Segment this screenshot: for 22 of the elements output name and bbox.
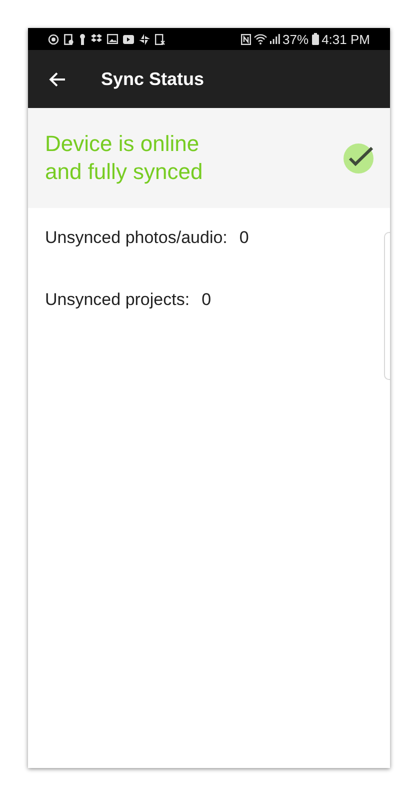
- clock-time: 4:31 PM: [322, 32, 370, 46]
- target-icon: [48, 34, 59, 44]
- box-icon: [91, 34, 102, 44]
- pinwheel-icon: [139, 34, 150, 44]
- count-value: 0: [202, 290, 212, 310]
- nfc-icon: [240, 34, 251, 44]
- sync-message: Device is online and fully synced: [45, 130, 203, 186]
- cancel-card-icon: [155, 34, 165, 44]
- signal-icon: [270, 34, 280, 44]
- count-value: 0: [239, 228, 249, 248]
- image-icon: [107, 34, 118, 44]
- battery-icon: [312, 33, 319, 45]
- wifi-icon: [254, 34, 267, 44]
- back-arrow-icon[interactable]: [49, 72, 66, 86]
- document-icon: [64, 34, 74, 44]
- side-handle[interactable]: [384, 232, 390, 380]
- battery-percent: 37%: [282, 32, 309, 46]
- count-label: Unsynced photos/audio:: [45, 228, 228, 248]
- screen-title: Sync Status: [101, 68, 204, 90]
- play-icon: [123, 34, 134, 44]
- keyhole-icon: [79, 34, 86, 44]
- count-label: Unsynced projects:: [45, 290, 190, 310]
